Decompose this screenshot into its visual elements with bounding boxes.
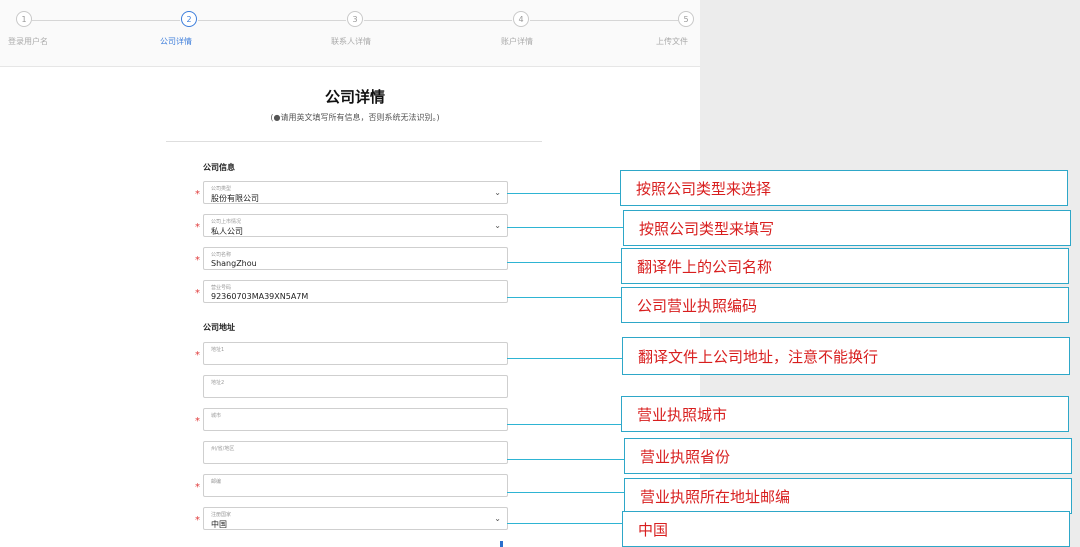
connector-line xyxy=(507,459,624,460)
company-name-input[interactable]: 公司名称 ShangZhou xyxy=(203,247,508,270)
required-marker: * xyxy=(195,222,200,233)
field-value: 中国 xyxy=(211,520,227,529)
license-number-input[interactable]: 营业号码 92360703MA39XN5A7M xyxy=(203,280,508,303)
form-panel: 1 2 3 4 5 登录用户名 公司详情 联系人详情 账户详情 上传文件 公司详… xyxy=(0,0,700,547)
required-marker: * xyxy=(195,482,200,493)
address2-input[interactable]: 地址2 xyxy=(203,375,508,398)
stepper-connector xyxy=(530,20,678,21)
city-input[interactable]: 城市 xyxy=(203,408,508,431)
connector-line xyxy=(507,297,621,298)
page-note: (●请用英文填写所有信息，否则系统无法识别。) xyxy=(270,113,440,122)
step-4-circle[interactable]: 4 xyxy=(513,11,529,27)
step-5-label: 上传文件 xyxy=(656,37,688,46)
annotation-province: 营业执照省份 xyxy=(624,438,1072,474)
step-1-circle[interactable]: 1 xyxy=(16,11,32,27)
divider xyxy=(166,141,542,142)
country-select[interactable]: 注册国家 中国 ⌄ xyxy=(203,507,508,530)
connector-line xyxy=(507,523,622,524)
required-marker: * xyxy=(195,288,200,299)
required-marker: * xyxy=(195,515,200,526)
field-value: 股份有限公司 xyxy=(211,194,259,203)
required-marker: * xyxy=(195,189,200,200)
field-label: 州/省/地区 xyxy=(211,446,235,452)
stepper-connector xyxy=(32,20,180,21)
field-label: 地址1 xyxy=(211,347,225,353)
section-title-company-info: 公司信息 xyxy=(203,163,235,172)
step-1-label: 登录用户名 xyxy=(8,37,48,46)
required-marker: * xyxy=(195,350,200,361)
step-3-label: 联系人详情 xyxy=(331,37,371,46)
chevron-down-icon: ⌄ xyxy=(494,188,501,197)
field-label: 公司类型 xyxy=(211,186,232,192)
company-type-select[interactable]: 公司类型 股份有限公司 ⌄ xyxy=(203,181,508,204)
required-marker: * xyxy=(195,416,200,427)
connector-line xyxy=(507,262,621,263)
field-value: ShangZhou xyxy=(211,259,257,268)
stepper-connector xyxy=(364,20,512,21)
annotation-address: 翻译文件上公司地址，注意不能换行 xyxy=(622,337,1070,375)
progress-stepper: 1 2 3 4 5 登录用户名 公司详情 联系人详情 账户详情 上传文件 xyxy=(0,0,700,67)
field-label: 营业号码 xyxy=(211,285,232,291)
stepper-connector xyxy=(198,20,346,21)
connector-line xyxy=(507,492,624,493)
field-label: 公司名称 xyxy=(211,252,232,258)
field-label: 注册国家 xyxy=(211,512,232,518)
field-value: 私人公司 xyxy=(211,227,243,236)
scroll-marker xyxy=(500,541,503,547)
annotation-company-name: 翻译件上的公司名称 xyxy=(621,248,1069,284)
annotation-listing-status: 按照公司类型来填写 xyxy=(623,210,1071,246)
chevron-down-icon: ⌄ xyxy=(494,514,501,523)
annotation-license-number: 公司营业执照编码 xyxy=(621,287,1069,323)
annotation-company-type: 按照公司类型来选择 xyxy=(620,170,1068,206)
field-value: 92360703MA39XN5A7M xyxy=(211,292,309,301)
step-3-circle[interactable]: 3 xyxy=(347,11,363,27)
field-label: 邮编 xyxy=(211,479,222,485)
address1-input[interactable]: 地址1 xyxy=(203,342,508,365)
page-title: 公司详情 xyxy=(324,88,385,106)
connector-line xyxy=(507,424,621,425)
step-5-circle[interactable]: 5 xyxy=(678,11,694,27)
connector-line xyxy=(507,227,623,228)
field-label: 城市 xyxy=(211,413,222,419)
annotation-city: 营业执照城市 xyxy=(621,396,1069,432)
province-input[interactable]: 州/省/地区 xyxy=(203,441,508,464)
listing-status-select[interactable]: 公司上市情况 私人公司 ⌄ xyxy=(203,214,508,237)
step-4-label: 账户详情 xyxy=(501,37,533,46)
annotation-country: 中国 xyxy=(622,511,1070,547)
field-label: 地址2 xyxy=(211,380,225,386)
step-2-label: 公司详情 xyxy=(160,37,192,46)
postal-code-input[interactable]: 邮编 xyxy=(203,474,508,497)
annotation-postal-code: 营业执照所在地址邮编 xyxy=(624,478,1072,514)
field-label: 公司上市情况 xyxy=(211,219,242,225)
connector-line xyxy=(507,193,620,194)
chevron-down-icon: ⌄ xyxy=(494,221,501,230)
connector-line xyxy=(507,358,622,359)
required-marker: * xyxy=(195,255,200,266)
section-title-company-address: 公司地址 xyxy=(203,323,235,332)
step-2-circle[interactable]: 2 xyxy=(181,11,197,27)
